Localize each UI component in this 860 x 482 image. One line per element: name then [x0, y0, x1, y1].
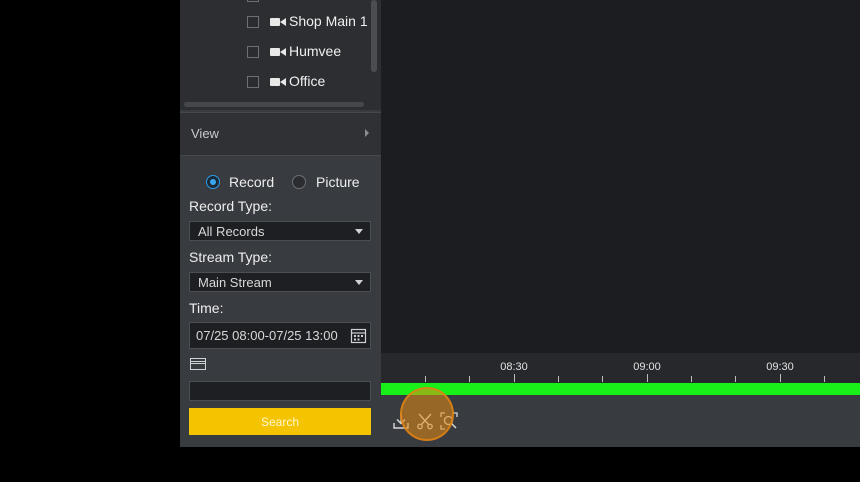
- record-type-label: Record Type:: [189, 198, 273, 214]
- minor-tick: [602, 376, 603, 382]
- device-checkbox[interactable]: [247, 0, 259, 2]
- camera-icon: [270, 78, 286, 86]
- timeline-ruler[interactable]: 08:30 09:00 09:30: [381, 353, 860, 383]
- device-list-vertical-scrollbar[interactable]: [371, 0, 377, 72]
- device-label: Shop Main 1: [289, 13, 368, 29]
- camera-icon: [270, 48, 286, 56]
- stream-type-select[interactable]: Main Stream: [189, 272, 371, 292]
- tick-label: 08:30: [500, 361, 528, 373]
- video-playback-area[interactable]: [381, 0, 860, 353]
- minor-tick: [469, 376, 470, 382]
- record-radio[interactable]: [206, 175, 220, 189]
- device-checkbox[interactable]: [247, 76, 259, 88]
- chevron-right-icon: [365, 129, 369, 137]
- card-number-input[interactable]: [189, 381, 371, 401]
- dropdown-arrow-icon: [355, 280, 363, 285]
- device-checkbox[interactable]: [247, 46, 259, 58]
- calendar-icon[interactable]: [350, 327, 367, 344]
- picture-radio-label[interactable]: Picture: [316, 174, 360, 190]
- tick-label: 09:30: [766, 361, 794, 373]
- recording-bar[interactable]: [381, 383, 860, 395]
- device-list: Shop Main 1 Humvee Office: [180, 0, 381, 110]
- view-label: View: [191, 126, 219, 141]
- major-tick: [780, 374, 781, 382]
- major-tick: [647, 374, 648, 382]
- minor-tick: [824, 376, 825, 382]
- click-highlight: [400, 387, 454, 441]
- time-range-field[interactable]: 07/25 08:00-07/25 13:00: [189, 322, 371, 349]
- card-icon: [190, 358, 206, 370]
- device-row[interactable]: Humvee: [180, 42, 370, 64]
- device-checkbox[interactable]: [247, 16, 259, 28]
- device-row[interactable]: Office: [180, 72, 370, 94]
- radio-selected-dot: [210, 179, 216, 185]
- camera-icon: [270, 18, 286, 26]
- time-range-value: 07/25 08:00-07/25 13:00: [196, 328, 338, 343]
- major-tick: [514, 374, 515, 382]
- record-radio-label[interactable]: Record: [229, 174, 274, 190]
- time-label: Time:: [189, 300, 224, 316]
- device-row[interactable]: Shop Main 1: [180, 12, 370, 34]
- view-section-header[interactable]: View: [180, 112, 381, 156]
- tick-label: 09:00: [633, 361, 661, 373]
- minor-tick: [735, 376, 736, 382]
- device-label: Office: [289, 73, 326, 89]
- minor-tick: [558, 376, 559, 382]
- dropdown-arrow-icon: [355, 229, 363, 234]
- picture-radio[interactable]: [292, 175, 306, 189]
- stream-type-value: Main Stream: [198, 275, 272, 290]
- device-label: Humvee: [289, 43, 342, 59]
- stream-type-label: Stream Type:: [189, 249, 273, 265]
- device-row-partial[interactable]: [180, 0, 370, 8]
- minor-tick: [691, 376, 692, 382]
- record-type-select[interactable]: All Records: [189, 221, 371, 241]
- minor-tick: [425, 376, 426, 382]
- device-list-horizontal-scrollbar[interactable]: [184, 102, 364, 107]
- record-type-value: All Records: [198, 224, 265, 239]
- search-button[interactable]: Search: [189, 408, 371, 435]
